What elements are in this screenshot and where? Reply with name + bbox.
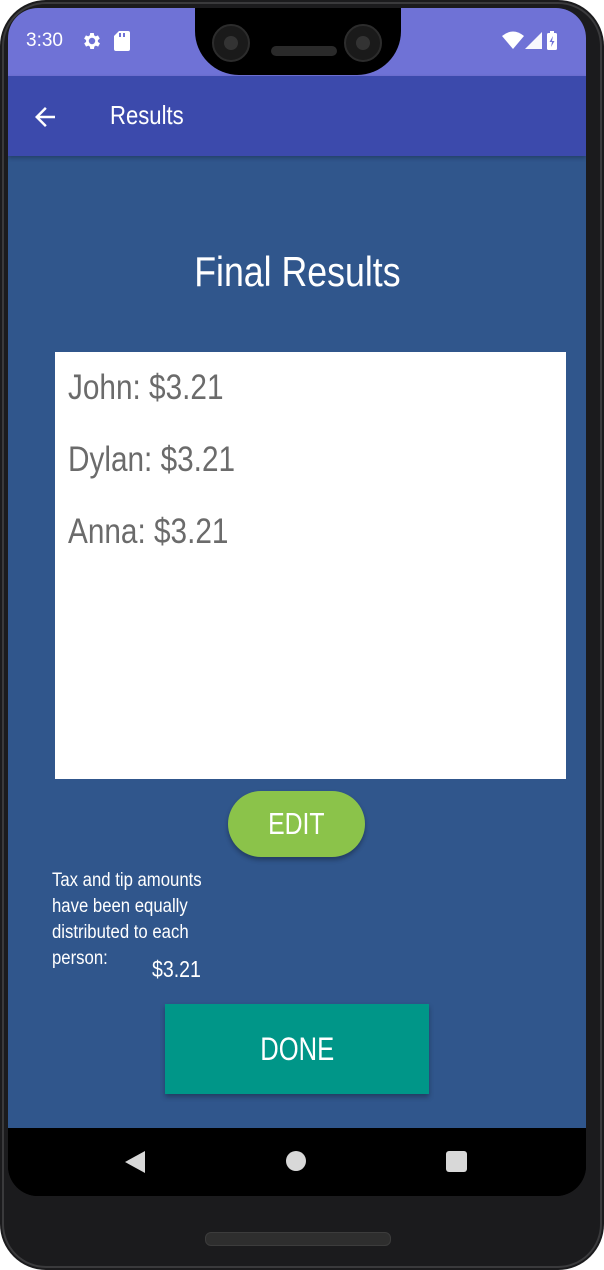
done-button[interactable]: DONE xyxy=(165,1004,429,1094)
page-title-text: Final Results xyxy=(193,248,401,295)
results-content: Final Results John: $3.21 Dylan: $3.21 A… xyxy=(8,156,586,1128)
done-button-label: DONE xyxy=(260,1030,334,1067)
phone-frame: 3:30 Results Final Results John: $3.21 D… xyxy=(0,0,604,1270)
wifi-icon xyxy=(502,31,524,49)
result-item-dylan: Dylan: $3.21 xyxy=(68,440,236,479)
phone-screen: 3:30 Results Final Results John: $3.21 D… xyxy=(8,8,586,1196)
edit-button-label: EDIT xyxy=(268,806,325,841)
app-bar-title: Results xyxy=(110,100,184,130)
results-list: John: $3.21 Dylan: $3.21 Anna: $3.21 xyxy=(55,352,566,779)
arrow-back-icon[interactable] xyxy=(30,102,60,132)
earpiece-speaker xyxy=(271,46,337,56)
result-item-anna: Anna: $3.21 xyxy=(68,512,229,551)
status-right-icons xyxy=(502,30,564,56)
front-camera-left xyxy=(212,24,250,62)
edit-button[interactable]: EDIT xyxy=(228,791,365,857)
nav-home-icon[interactable] xyxy=(286,1151,306,1171)
tax-tip-amount: $3.21 xyxy=(152,956,201,982)
nav-recents-icon[interactable] xyxy=(446,1151,467,1172)
status-time: 3:30 xyxy=(26,30,63,51)
result-item-john: John: $3.21 xyxy=(68,368,224,407)
page-title: Final Results xyxy=(8,248,586,296)
camera-notch xyxy=(195,8,401,75)
navigation-bar xyxy=(8,1128,586,1196)
front-camera-right xyxy=(344,24,382,62)
nav-back-icon[interactable] xyxy=(124,1150,146,1174)
bottom-speaker-grille xyxy=(205,1232,391,1246)
battery-icon xyxy=(547,31,557,50)
gear-icon xyxy=(84,33,100,49)
signal-icon xyxy=(525,32,542,49)
sd-card-icon xyxy=(114,31,130,51)
app-bar: Results xyxy=(8,76,586,156)
